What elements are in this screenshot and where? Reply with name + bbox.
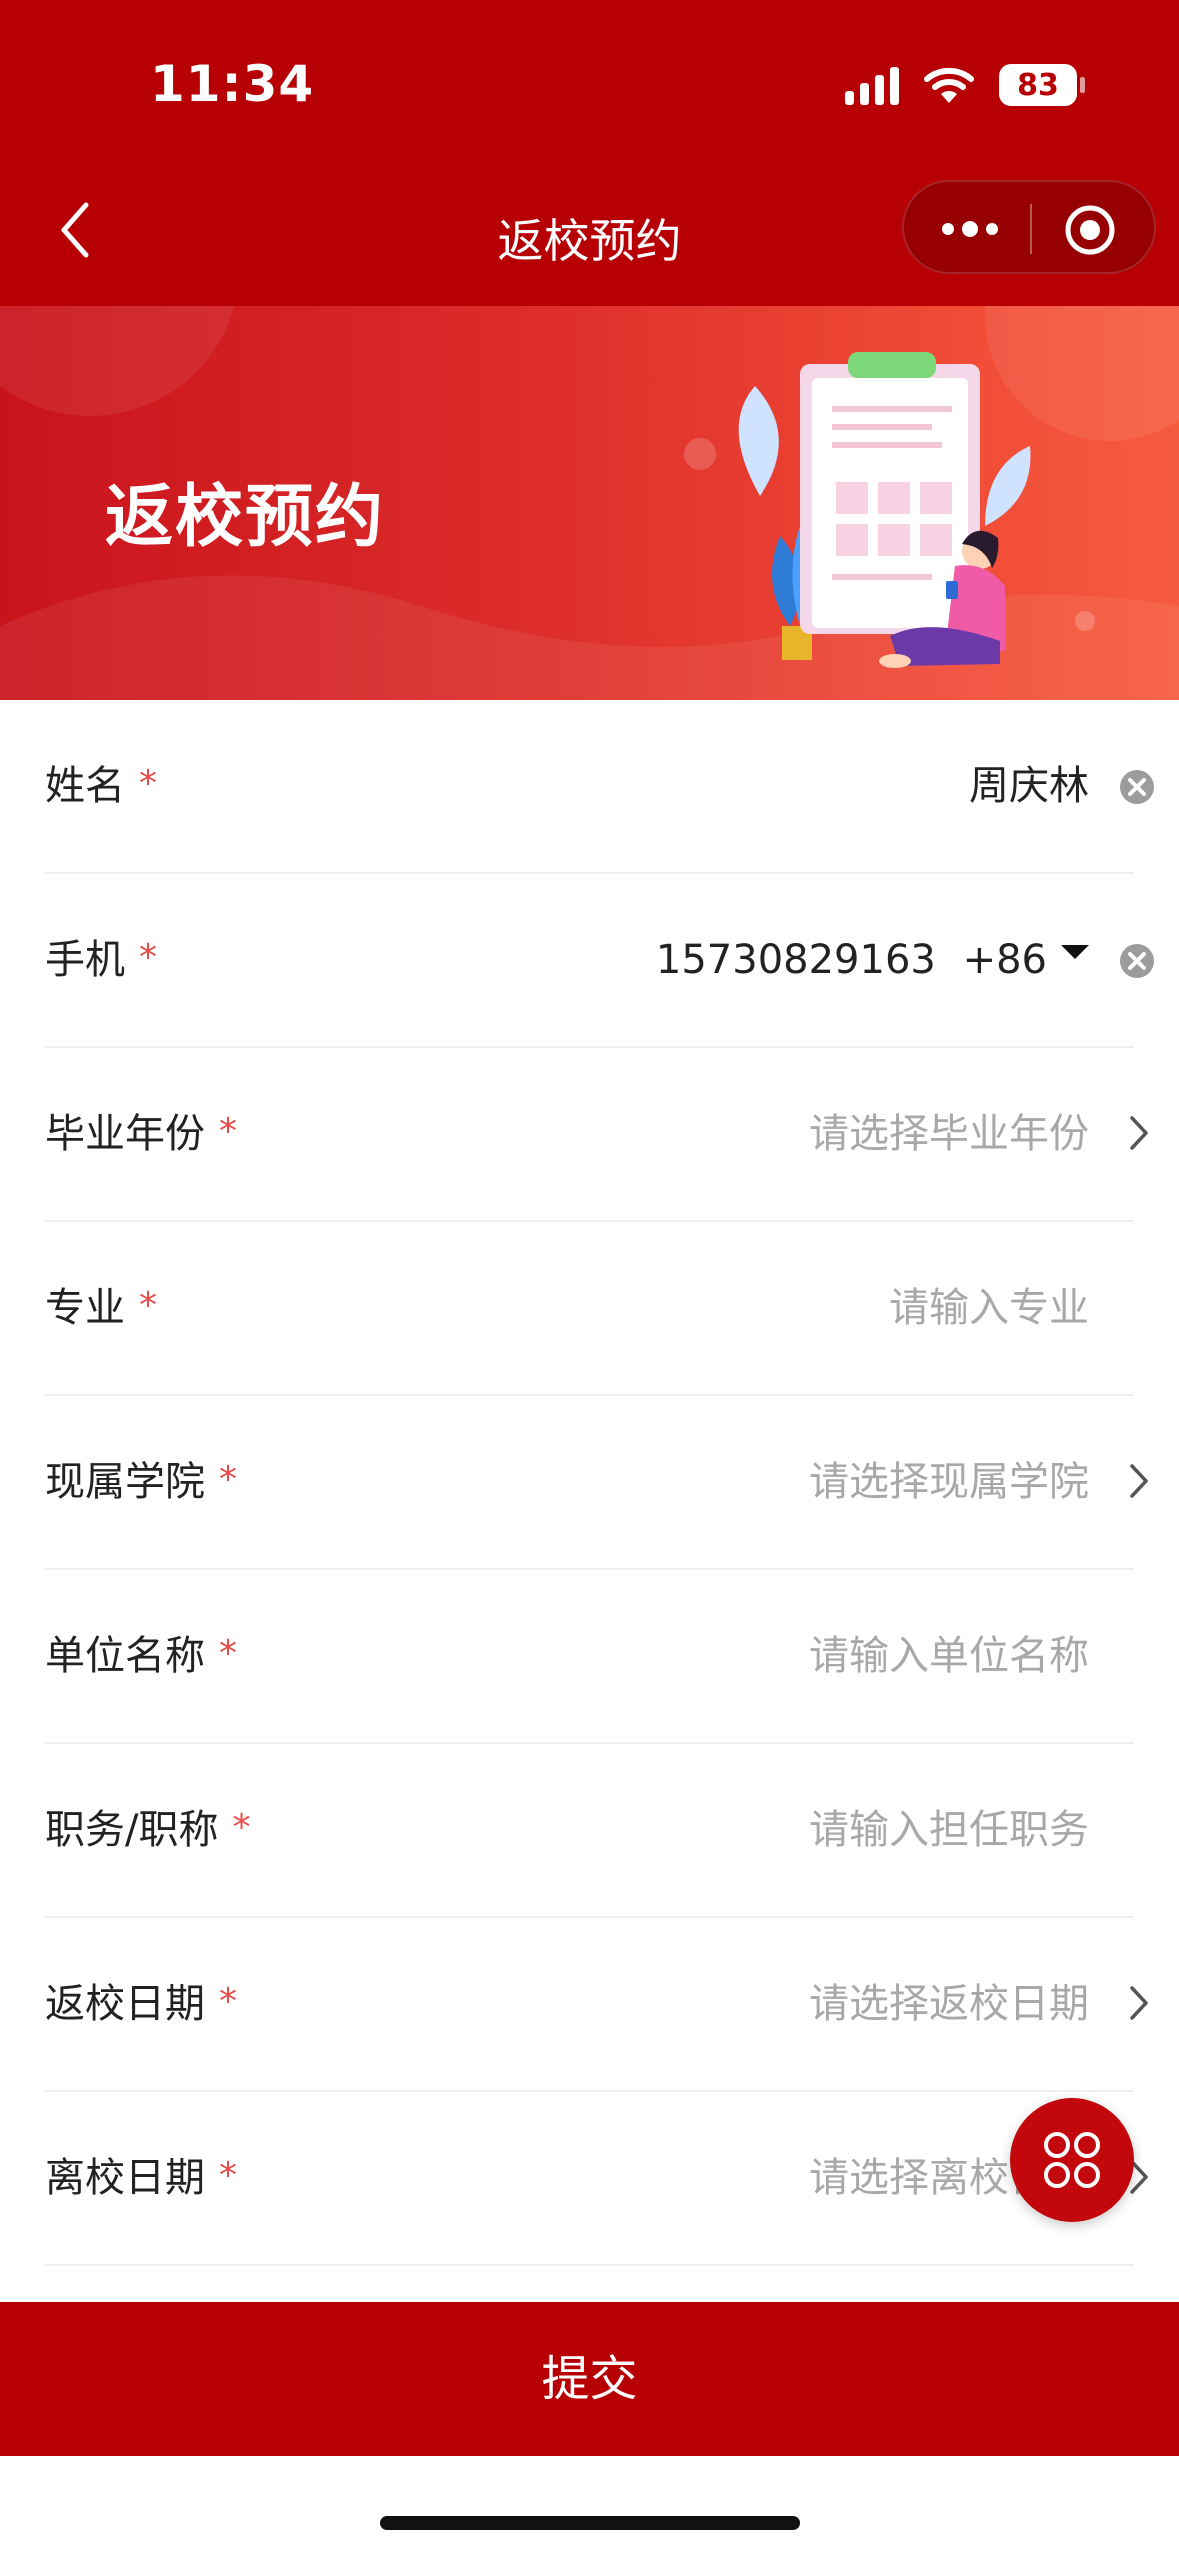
status-time: 11:34 bbox=[150, 55, 315, 113]
form-row-graduation-year[interactable]: 毕业年份 * 请选择毕业年份 bbox=[45, 1048, 1148, 1222]
target-icon[interactable] bbox=[1064, 204, 1116, 256]
field-label: 毕业年份 * bbox=[45, 1111, 237, 1157]
required-mark: * bbox=[219, 2155, 237, 2196]
form-row-employer[interactable]: 单位名称 * 请输入单位名称 bbox=[45, 1570, 1134, 1744]
required-mark: * bbox=[219, 1633, 237, 1674]
country-code[interactable]: +86 bbox=[963, 937, 1047, 983]
required-mark: * bbox=[232, 1807, 251, 1848]
form-row-return-date[interactable]: 返校日期 * 请选择返校日期 bbox=[45, 1918, 1148, 2092]
required-mark: * bbox=[219, 1111, 237, 1152]
clover-icon bbox=[1044, 2132, 1100, 2188]
appointment-form: 姓名 * 周庆林 手机 * 15730829163 +86 毕业年份 * 请选择毕业年… bbox=[0, 700, 1179, 2266]
floating-menu-button[interactable] bbox=[1010, 2098, 1134, 2222]
required-mark: * bbox=[139, 763, 157, 804]
field-label: 离校日期 * bbox=[45, 2155, 237, 2201]
form-row-leave-date[interactable]: 离校日期 * 请选择离校日期 bbox=[45, 2092, 1148, 2266]
return-date-select[interactable]: 请选择返校日期 bbox=[809, 1918, 1089, 2090]
field-label: 专业 * bbox=[45, 1285, 157, 1331]
miniprogram-capsule bbox=[902, 180, 1156, 274]
field-label: 返校日期 * bbox=[45, 1981, 237, 2027]
form-row-college[interactable]: 现属学院 * 请选择现属学院 bbox=[45, 1396, 1148, 1570]
form-row-major[interactable]: 专业 * 请输入专业 bbox=[45, 1222, 1134, 1396]
banner-title: 返校预约 bbox=[105, 478, 386, 557]
chevron-right-icon bbox=[1130, 1116, 1148, 1150]
employer-input[interactable]: 请输入单位名称 bbox=[809, 1570, 1089, 1742]
phone-input-group[interactable]: 15730829163 +86 bbox=[656, 874, 1089, 1046]
wifi-icon bbox=[924, 67, 974, 103]
battery-indicator: 83 bbox=[999, 64, 1085, 106]
form-row-position[interactable]: 职务/职称 * 请输入担任职务 bbox=[45, 1744, 1134, 1918]
name-input[interactable]: 周庆林 bbox=[969, 700, 1089, 872]
dropdown-caret-icon[interactable] bbox=[1061, 945, 1089, 959]
required-mark: * bbox=[219, 1459, 237, 1500]
capsule-divider bbox=[1030, 204, 1032, 254]
signal-icon bbox=[845, 65, 899, 105]
field-label: 姓名 * bbox=[45, 763, 157, 809]
phone-number[interactable]: 15730829163 bbox=[656, 937, 936, 983]
field-label: 职务/职称 * bbox=[45, 1807, 251, 1853]
field-label: 现属学院 * bbox=[45, 1459, 237, 1505]
home-indicator bbox=[380, 2516, 800, 2530]
chevron-right-icon bbox=[1130, 1464, 1148, 1498]
graduation-year-select[interactable]: 请选择毕业年份 bbox=[809, 1048, 1089, 1220]
required-mark: * bbox=[139, 937, 157, 978]
college-select[interactable]: 请选择现属学院 bbox=[809, 1396, 1089, 1568]
submit-button[interactable]: 提交 bbox=[0, 2302, 1179, 2456]
chevron-right-icon bbox=[1130, 1986, 1148, 2020]
position-input[interactable]: 请输入担任职务 bbox=[809, 1744, 1089, 1916]
clear-icon[interactable] bbox=[1118, 768, 1156, 806]
field-label: 手机 * bbox=[45, 937, 157, 983]
clear-icon[interactable] bbox=[1118, 942, 1156, 980]
required-mark: * bbox=[219, 1981, 237, 2022]
major-input[interactable]: 请输入专业 bbox=[889, 1222, 1089, 1394]
field-label: 单位名称 * bbox=[45, 1633, 237, 1679]
form-row-name[interactable]: 姓名 * 周庆林 bbox=[45, 700, 1154, 874]
more-icon[interactable] bbox=[938, 214, 1002, 244]
required-mark: * bbox=[139, 1285, 157, 1326]
status-icons: 83 bbox=[845, 62, 1085, 108]
banner: 返校预约 bbox=[0, 306, 1179, 700]
top-bar: 11:34 83 返校预约 bbox=[0, 0, 1179, 306]
form-row-phone[interactable]: 手机 * 15730829163 +86 bbox=[45, 874, 1154, 1048]
